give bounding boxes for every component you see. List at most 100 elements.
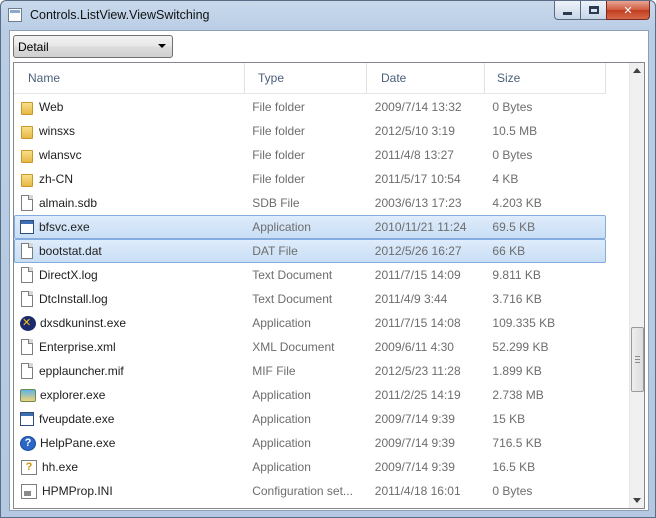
column-header-row: Name Type Date Size: [14, 63, 606, 94]
table-row[interactable]: Web File folder 2009/7/14 13:32 0 Bytes: [14, 95, 606, 119]
file-name: zh-CN: [39, 172, 74, 186]
file-icon: [21, 363, 33, 379]
file-name: Web: [39, 100, 64, 114]
view-mode-dropdown[interactable]: Detail: [13, 35, 173, 58]
file-type: File folder: [252, 148, 305, 162]
file-type: Application: [252, 436, 311, 450]
file-size: 15 KB: [492, 412, 526, 426]
table-row[interactable]: bootstat.dat DAT File 2012/5/26 16:27 66…: [14, 239, 606, 263]
application-icon: [20, 220, 34, 234]
folder-icon: [21, 101, 33, 115]
view-mode-selected: Detail: [18, 40, 49, 54]
column-header-date[interactable]: Date: [367, 63, 485, 94]
scroll-down-icon[interactable]: [633, 498, 641, 503]
title-bar[interactable]: Controls.ListView.ViewSwitching ✕: [1, 1, 655, 29]
table-row[interactable]: fveupdate.exe Application 2009/7/14 9:39…: [14, 407, 606, 431]
table-row[interactable]: epplauncher.mif MIF File 2012/5/23 11:28…: [14, 359, 606, 383]
file-name: DirectX.log: [39, 268, 98, 282]
file-name: hh.exe: [42, 460, 79, 474]
file-date: 2011/4/8 13:27: [374, 148, 454, 162]
file-type: Text Document: [252, 292, 333, 306]
application-icon: [20, 412, 34, 426]
maximize-button[interactable]: [580, 1, 606, 20]
file-date: 2009/6/11 4:30: [374, 340, 454, 354]
folder-icon: [21, 173, 33, 187]
file-size: 4 KB: [492, 172, 519, 186]
file-rows: Web File folder 2009/7/14 13:32 0 Bytes …: [14, 95, 606, 503]
vertical-scrollbar[interactable]: [629, 63, 644, 508]
minimize-button[interactable]: [554, 1, 580, 20]
file-type: XML Document: [252, 340, 335, 354]
caption-buttons: ✕: [554, 1, 650, 20]
table-row[interactable]: DirectX.log Text Document 2011/7/15 14:0…: [14, 263, 606, 287]
file-size: 2.738 MB: [492, 388, 544, 402]
file-size: 4.203 KB: [492, 196, 542, 210]
file-name: explorer.exe: [40, 388, 106, 402]
file-type: File folder: [252, 172, 305, 186]
column-header-size[interactable]: Size: [485, 63, 606, 94]
grip-line: [635, 362, 640, 363]
file-icon: [21, 195, 33, 211]
file-icon: [21, 291, 33, 307]
file-date: 2012/5/10 3:19: [374, 124, 455, 138]
help-file-icon: ?: [21, 459, 37, 475]
grip-line: [635, 356, 640, 357]
file-date: 2011/4/18 16:01: [374, 484, 461, 498]
table-row[interactable]: dxsdkuninst.exe Application 2011/7/15 14…: [14, 311, 606, 335]
column-header-name[interactable]: Name: [14, 63, 245, 94]
file-icon: [21, 339, 33, 355]
table-row[interactable]: zh-CN File folder 2011/5/17 10:54 4 KB: [14, 167, 606, 191]
file-size: 0 Bytes: [492, 100, 533, 114]
table-row[interactable]: ? HelpPane.exe Application 2009/7/14 9:39…: [14, 431, 606, 455]
file-type: SDB File: [252, 196, 300, 210]
file-date: 2012/5/26 16:27: [374, 244, 462, 258]
file-name: dxsdkuninst.exe: [40, 316, 127, 330]
table-row[interactable]: ? hh.exe Application 2009/7/14 9:39 16.5 …: [14, 455, 606, 479]
file-date: 2009/7/14 13:32: [374, 100, 462, 114]
file-name: Enterprise.xml: [39, 340, 116, 354]
file-type: File folder: [252, 100, 305, 114]
file-date: 2009/7/14 9:39: [374, 436, 455, 450]
file-size: 16.5 KB: [492, 460, 536, 474]
explorer-icon: [20, 388, 36, 402]
file-type: Text Document: [252, 268, 333, 282]
file-date: 2003/6/13 17:23: [374, 196, 462, 210]
file-size: 1.899 KB: [492, 364, 542, 378]
table-row[interactable]: wlansvc File folder 2011/4/8 13:27 0 Byt…: [14, 143, 606, 167]
folder-icon: [21, 149, 33, 163]
table-row[interactable]: explorer.exe Application 2011/2/25 14:19…: [14, 383, 606, 407]
app-window: Controls.ListView.ViewSwitching ✕ Detail…: [0, 0, 656, 518]
file-type: Application: [252, 412, 311, 426]
file-size: 66 KB: [492, 244, 526, 258]
file-date: 2010/11/21 11:24: [374, 220, 467, 234]
file-list-view[interactable]: Name Type Date Size Web File folder 2009…: [13, 62, 645, 509]
file-size: 3.716 KB: [492, 292, 542, 306]
table-row[interactable]: winsxs File folder 2012/5/10 3:19 10.5 M…: [14, 119, 606, 143]
file-date: 2011/2/25 14:19: [374, 388, 461, 402]
table-row[interactable]: DtcInstall.log Text Document 2011/4/9 3:…: [14, 287, 606, 311]
file-size: 716.5 KB: [492, 436, 542, 450]
window-title: Controls.ListView.ViewSwitching: [30, 8, 210, 22]
file-name: HelpPane.exe: [40, 436, 116, 450]
file-type: File folder: [252, 124, 305, 138]
table-row[interactable]: almain.sdb SDB File 2003/6/13 17:23 4.20…: [14, 191, 606, 215]
table-row[interactable]: bfsvc.exe Application 2010/11/21 11:24 6…: [14, 215, 606, 239]
scrollbar-thumb[interactable]: [631, 327, 644, 392]
file-icon: [21, 243, 33, 259]
table-row[interactable]: HPMProp.INI Configuration set... 2011/4/…: [14, 479, 606, 503]
scroll-up-icon[interactable]: [633, 68, 641, 73]
file-name: bootstat.dat: [39, 244, 102, 258]
file-date: 2011/5/17 10:54: [374, 172, 461, 186]
file-size: 52.299 KB: [492, 340, 549, 354]
file-size: 0 Bytes: [492, 148, 533, 162]
file-date: 2009/7/14 9:39: [374, 412, 455, 426]
app-icon: [8, 8, 22, 22]
file-date: 2009/7/14 9:39: [374, 460, 455, 474]
file-type: Application: [252, 460, 311, 474]
file-icon: [21, 267, 33, 283]
column-header-type[interactable]: Type: [245, 63, 367, 94]
close-button[interactable]: ✕: [606, 1, 650, 20]
table-row[interactable]: Enterprise.xml XML Document 2009/6/11 4:…: [14, 335, 606, 359]
maximize-icon: [588, 6, 599, 14]
file-type: MIF File: [252, 364, 296, 378]
